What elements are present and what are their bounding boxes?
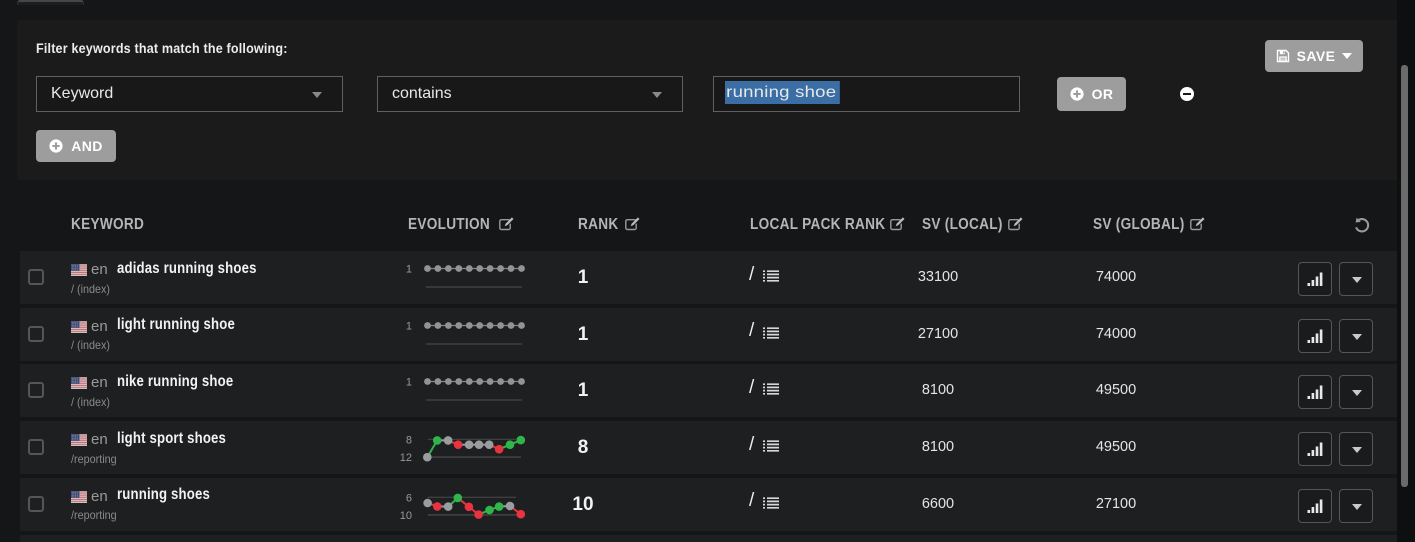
svg-text:1: 1 — [406, 264, 412, 276]
svg-text:1: 1 — [406, 377, 412, 389]
svg-text:12: 12 — [400, 452, 412, 464]
svg-text:1: 1 — [406, 320, 412, 332]
svg-text:8: 8 — [406, 434, 412, 446]
svg-text:10: 10 — [400, 510, 412, 522]
svg-text:6: 6 — [406, 492, 412, 504]
